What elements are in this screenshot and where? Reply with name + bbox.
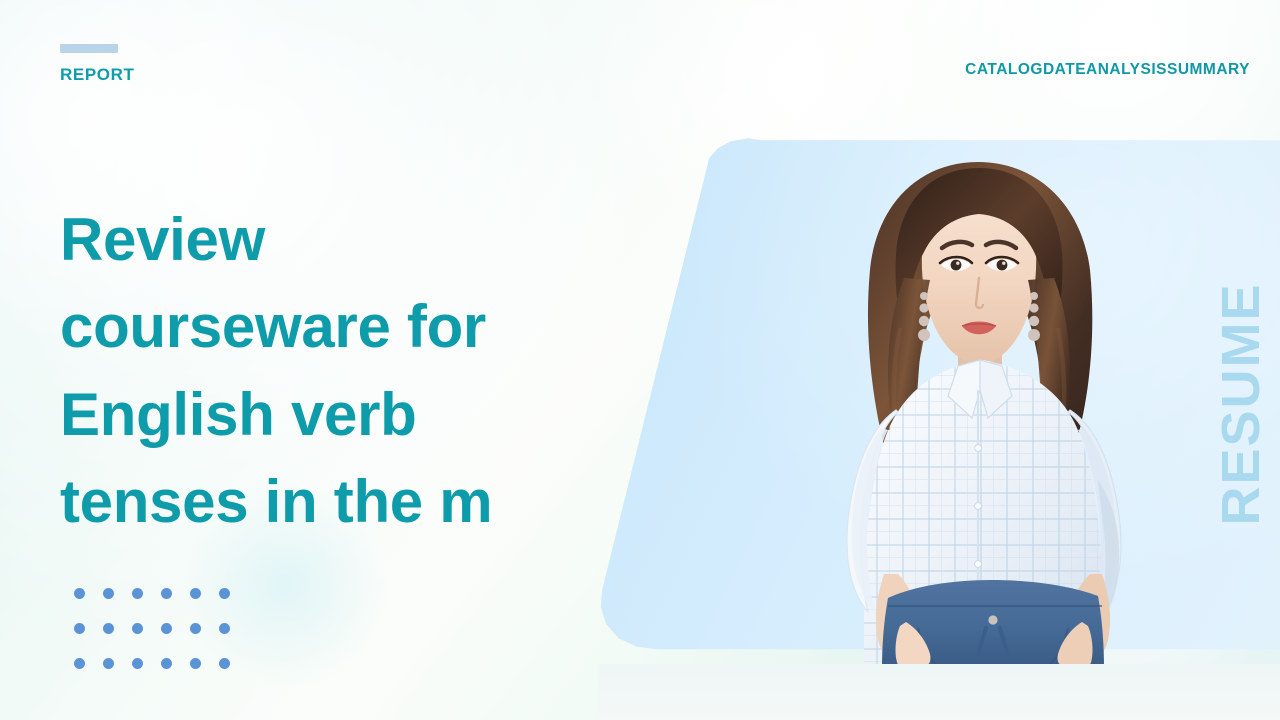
dot: [190, 623, 201, 634]
dot: [190, 658, 201, 669]
nav-item-analysis[interactable]: ANALYSIS: [1086, 61, 1167, 79]
panel-bottom-fade: [598, 664, 1280, 720]
hero-headline: Review courseware for English verb tense…: [60, 206, 493, 535]
dot: [132, 588, 143, 599]
dot-grid-decoration: [74, 588, 248, 693]
resume-vertical-label: RESUME: [1211, 282, 1271, 526]
dot: [219, 658, 230, 669]
brand-block: REPORT: [60, 44, 134, 85]
dot: [74, 623, 85, 634]
dot: [190, 588, 201, 599]
dot: [103, 588, 114, 599]
dot: [103, 623, 114, 634]
main-navigation: CATALOG DATE ANALYSIS SUMMARY: [700, 61, 1250, 79]
dot: [103, 658, 114, 669]
slide-canvas: REPORT CATALOG DATE ANALYSIS SUMMARY Rev…: [0, 0, 1280, 720]
nav-item-date[interactable]: DATE: [1043, 61, 1086, 79]
dot: [161, 588, 172, 599]
dot: [74, 588, 85, 599]
nav-item-summary[interactable]: SUMMARY: [1167, 61, 1250, 79]
dot: [219, 588, 230, 599]
report-label: REPORT: [60, 65, 135, 84]
brand-accent-bar: [60, 44, 118, 53]
dot: [74, 658, 85, 669]
dot: [132, 658, 143, 669]
portrait-photo: [772, 128, 1192, 688]
dot: [219, 623, 230, 634]
nav-item-catalog[interactable]: CATALOG: [965, 61, 1043, 79]
dot: [161, 658, 172, 669]
dot: [132, 623, 143, 634]
dot: [161, 623, 172, 634]
